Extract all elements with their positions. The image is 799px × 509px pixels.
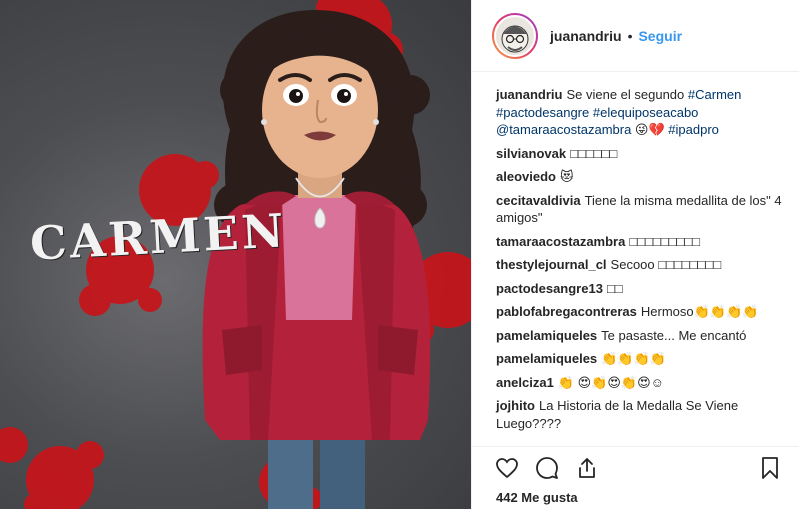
header-username[interactable]: juanandriu bbox=[550, 28, 622, 44]
comment-item: thestylejournal_cl Secooo □□□□□□□□ bbox=[496, 256, 783, 274]
comment-item: pamelamiqueles Te pasaste... Me encantó bbox=[496, 327, 783, 345]
comment-username[interactable]: jojhito bbox=[496, 398, 535, 413]
comment-username[interactable]: tamaraacostazambra bbox=[496, 234, 625, 249]
comment-text: Secooo □□□□□□□□ bbox=[610, 257, 722, 272]
comment-item: pablofabregacontreras Hermoso👏👏👏👏 bbox=[496, 303, 783, 321]
caption-text: 😜💔 bbox=[631, 122, 669, 137]
avatar[interactable] bbox=[492, 12, 538, 59]
post-side-panel: juanandriu • Seguir juanandriu Se viene e… bbox=[471, 0, 799, 509]
profile-caricature-icon bbox=[501, 25, 529, 52]
follow-button[interactable]: Seguir bbox=[638, 28, 682, 44]
header-separator: • bbox=[627, 27, 633, 44]
comment-username[interactable]: silvianovak bbox=[496, 146, 566, 161]
instagram-post: CARMEN juanandriu • Seguir juanandriu Se… bbox=[0, 0, 799, 509]
comment-item: pactodesangre13 □□ bbox=[496, 280, 783, 298]
comment-text: □□□□□□ bbox=[570, 145, 618, 161]
comment-username[interactable]: pamelamiqueles bbox=[496, 351, 597, 366]
caption-hashtag-link[interactable]: #ipadpro bbox=[668, 122, 719, 137]
comment-text: Te pasaste... Me encantó bbox=[601, 327, 747, 343]
comment-username[interactable]: cecitavaldivia bbox=[496, 193, 581, 208]
comment-username[interactable]: aleoviedo bbox=[496, 169, 556, 184]
comment-username[interactable]: pamelamiqueles bbox=[496, 328, 597, 343]
share-icon[interactable] bbox=[574, 455, 600, 481]
comment-username[interactable]: anelciza1 bbox=[496, 375, 554, 390]
comment-container: silvianovak □□□□□□ aleoviedo 😻 cecitavaldivi… bbox=[496, 145, 783, 433]
comment-username[interactable]: pactodesangre13 bbox=[496, 281, 603, 296]
caption: juanandriu Se viene el segundo #Carmen #p… bbox=[496, 86, 783, 139]
comment-item: tamaraacostazambra □□□□□□□□□ bbox=[496, 233, 783, 251]
caption-hashtag-link[interactable]: #Carmen bbox=[688, 87, 741, 102]
comment-item: silvianovak □□□□□□ bbox=[496, 145, 783, 163]
comment-text: 👏 😍👏😍👏😍☺ bbox=[557, 374, 664, 390]
heart-icon[interactable] bbox=[494, 455, 520, 481]
comment-username[interactable]: pablofabregacontreras bbox=[496, 304, 637, 319]
likes-count[interactable]: 442 Me gusta bbox=[496, 490, 578, 505]
caption-username[interactable]: juanandriu bbox=[496, 87, 562, 102]
comment-text: 😻 bbox=[559, 169, 574, 184]
comment-item: anelciza1 👏 😍👏😍👏😍☺ bbox=[496, 374, 783, 392]
post-header: juanandriu • Seguir bbox=[472, 0, 799, 72]
comment-item: aleoviedo 😻 bbox=[496, 168, 783, 186]
comments-list: juanandriu Se viene el segundo #Carmen #p… bbox=[472, 72, 799, 432]
comment-text: □□ bbox=[606, 280, 623, 296]
comment-item: jojhito La Historia de la Medalla Se Vien… bbox=[496, 397, 783, 432]
post-image[interactable]: CARMEN bbox=[0, 0, 471, 509]
avatar-image bbox=[494, 14, 536, 57]
caption-text: Se viene el segundo bbox=[566, 87, 688, 102]
bookmark-icon[interactable] bbox=[757, 455, 783, 481]
comment-icon[interactable] bbox=[534, 455, 560, 481]
caption-hashtag-link[interactable]: #elequiposeacabo bbox=[593, 105, 699, 120]
caption-hashtag-link[interactable]: @tamaraacostazambra bbox=[496, 122, 631, 137]
action-bar bbox=[472, 446, 799, 488]
comment-username[interactable]: thestylejournal_cl bbox=[496, 257, 607, 272]
comment-text: 👏👏👏👏 bbox=[601, 351, 666, 366]
comment-item: pamelamiqueles 👏👏👏👏 bbox=[496, 350, 783, 368]
comment-text: □□□□□□□□□ bbox=[629, 233, 701, 249]
comment-item: cecitavaldivia Tiene la misma medallita d… bbox=[496, 192, 783, 227]
caption-hashtag-link[interactable]: #pactodesangre bbox=[496, 105, 589, 120]
comment-text: Hermoso👏👏👏👏 bbox=[640, 304, 759, 319]
